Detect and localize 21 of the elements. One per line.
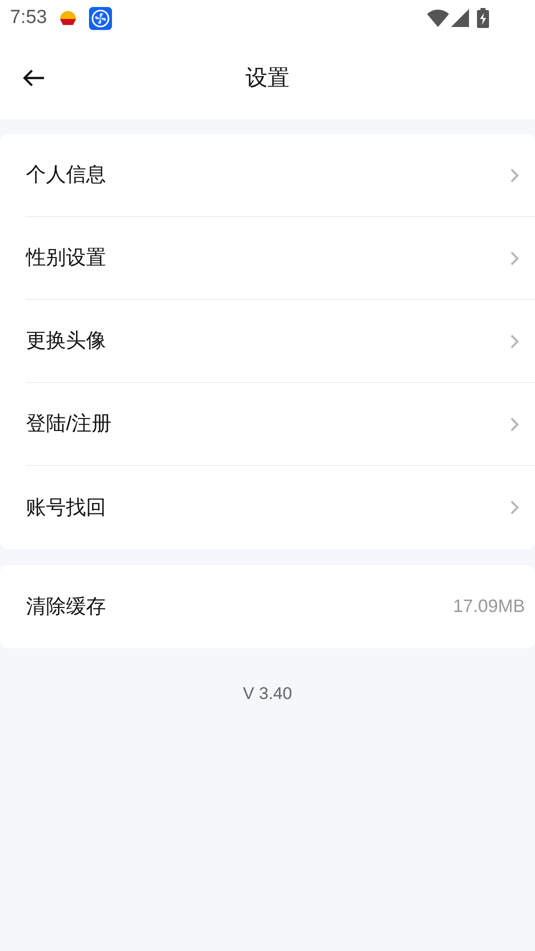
page-title: 设置 [246,64,290,92]
wifi-icon [427,9,449,27]
signal-icon [451,9,469,27]
chevron-right-icon [510,250,519,266]
sun-logo-icon [58,10,77,26]
chevron-right-icon [510,416,519,432]
cache-size: 17.09MB [452,595,525,618]
chevron-right-icon [510,168,519,182]
menu-item-label[interactable]: 性别设置 [26,243,510,273]
chevron-right-icon [510,334,519,348]
clear-cache-label[interactable]: 清除缓存 [26,592,453,622]
menu-item-label[interactable]: 更换头像 [26,326,510,356]
menu-item-label[interactable]: 个人信息 [26,160,510,190]
menu-item-label[interactable]: 登陆/注册 [26,409,510,439]
status-time: 7:53 [10,6,47,30]
menu-item-label[interactable]: 账号找回 [26,492,510,522]
battery-charging-icon [477,8,489,28]
back-arrow-icon [23,68,45,86]
chevron-right-icon [510,500,519,515]
version-text: V 3.40 [242,683,292,705]
fan-app-icon [88,6,112,30]
